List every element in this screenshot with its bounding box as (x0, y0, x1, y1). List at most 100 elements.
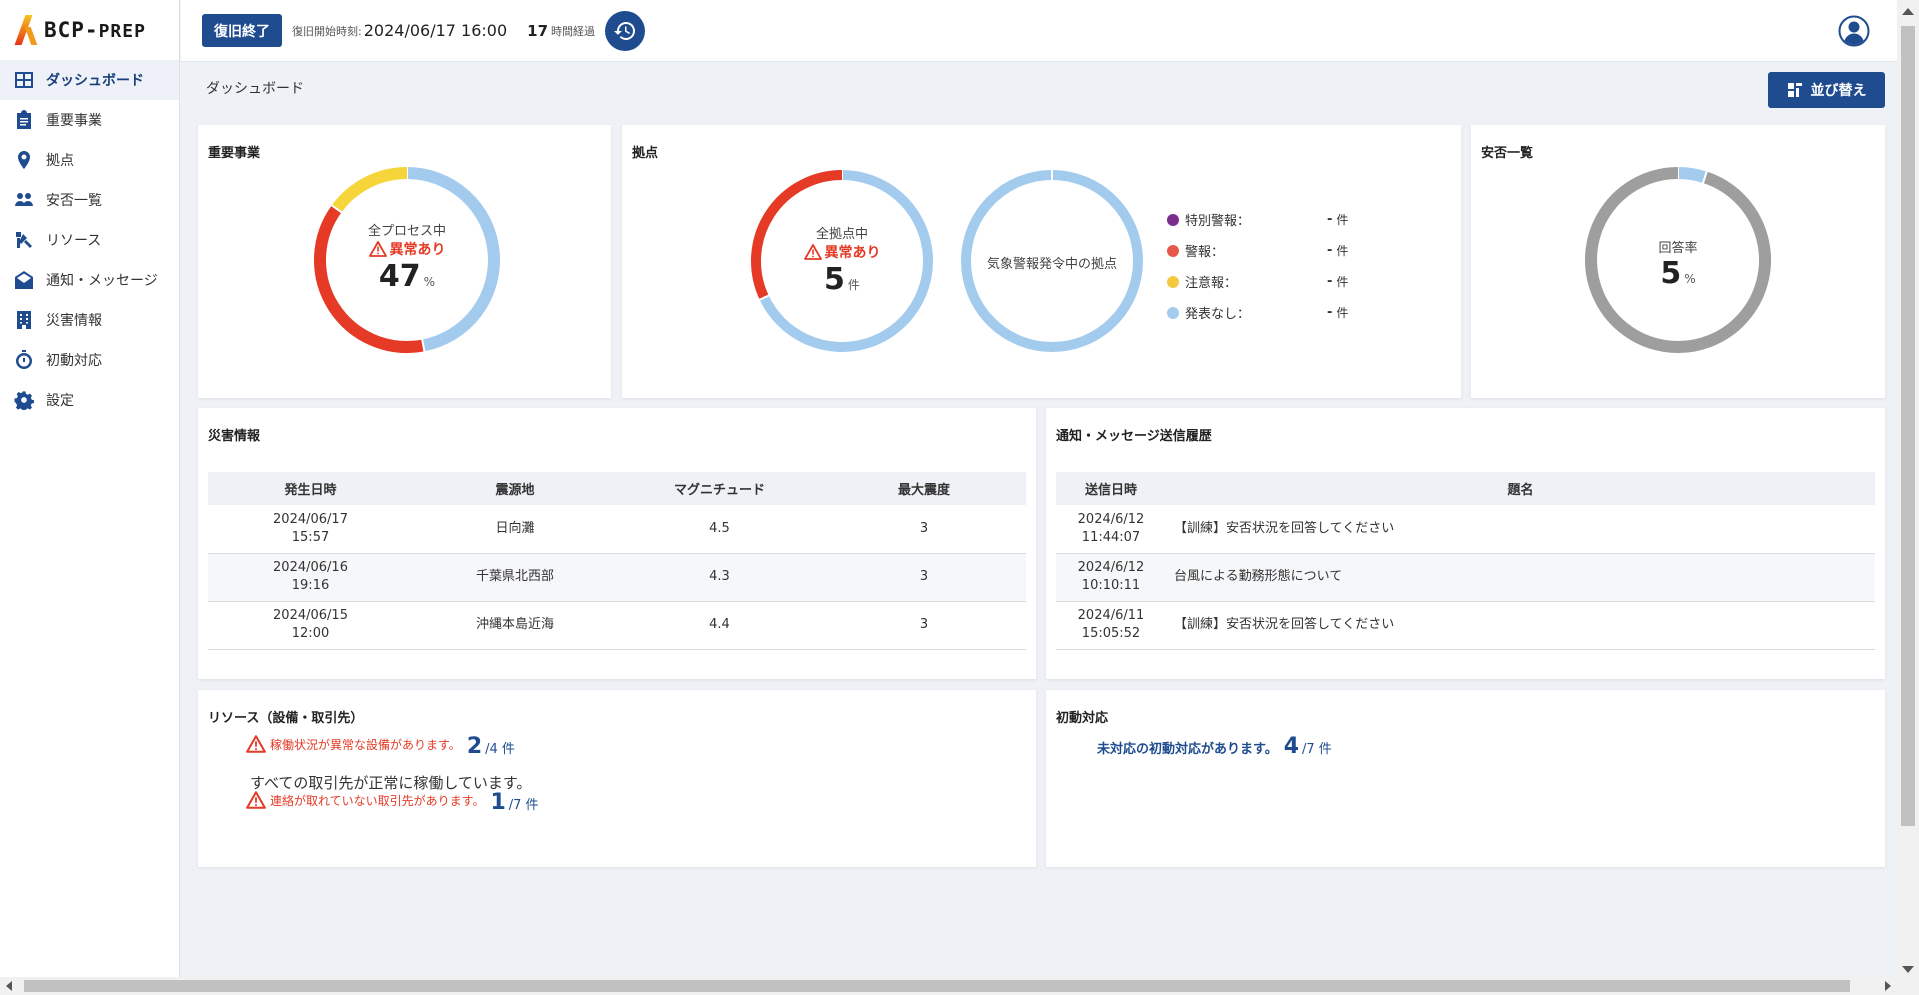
sidebar-item-label: 初動対応 (46, 353, 102, 369)
scroll-thumb[interactable] (1901, 26, 1915, 826)
partner-total: /7 件 (508, 798, 539, 813)
scroll-down-icon[interactable] (1902, 966, 1914, 973)
ring-segment-0[interactable] (1677, 167, 1707, 184)
card-title: 重要事業 (208, 146, 261, 161)
warning-icon (803, 244, 822, 260)
card-title: 災害情報 (208, 429, 261, 444)
location-pin-icon (14, 150, 34, 170)
warning-icon (246, 735, 266, 753)
weather-legend: 特別警報： - 件 警報： - 件 注意報： - 件 発表なし： - 件 (1167, 204, 1348, 328)
column-header: マグニチュード (617, 472, 822, 505)
sites-count-unit: 件 (847, 278, 860, 292)
sort-button[interactable]: 並び替え (1768, 72, 1885, 108)
sidebar-item-label: リソース (46, 233, 102, 249)
sidebar-item-notifications[interactable]: 通知・メッセージ (0, 260, 179, 300)
logo-mark-icon (18, 15, 36, 45)
clipboard-icon (14, 110, 34, 130)
safety-percent: 5 (1660, 256, 1682, 291)
scroll-left-icon[interactable] (6, 981, 12, 991)
sidebar-item-dashboard[interactable]: ダッシュボード (0, 60, 179, 100)
sidebar-item-safety[interactable]: 安否一覧 (0, 180, 179, 220)
messages-card: 通知・メッセージ送信履歴 送信日時 題名 2024/6/12 11:44:07 【… (1046, 408, 1885, 679)
horizontal-scrollbar[interactable] (0, 977, 1897, 995)
sidebar: BCP-PREP ダッシュボード 重要事業 拠点 安否一覧 リソース 通知・メッ… (0, 0, 180, 995)
table-row[interactable]: 2024/06/17 15:57 日向灘 4.5 3 (208, 505, 1026, 554)
sidebar-item-initial-response[interactable]: 初動対応 (0, 340, 179, 380)
sidebar-item-label: 設定 (46, 393, 74, 409)
sidebar-item-label: 通知・メッセージ (46, 273, 158, 289)
table-row[interactable]: 2024/6/12 11:44:07 【訓練】安否状況を回答してください (1056, 505, 1875, 554)
sort-icon (1787, 83, 1802, 97)
card-title: 初動対応 (1056, 711, 1109, 726)
history-button[interactable] (605, 10, 646, 51)
sidebar-item-business[interactable]: 重要事業 (0, 100, 179, 140)
page-title: ダッシュボード (206, 81, 304, 97)
card-title: 安否一覧 (1481, 146, 1534, 161)
mail-icon (14, 270, 34, 290)
people-icon (14, 190, 34, 210)
column-header: 題名 (1166, 472, 1875, 505)
business-percent: 47 (378, 259, 421, 294)
vertical-scrollbar[interactable] (1897, 0, 1919, 995)
warning-icon (368, 241, 387, 257)
tools-icon (14, 230, 34, 250)
safety-card: 安否一覧 回答率 5% (1471, 125, 1885, 398)
sites-center-label: 全拠点中 (815, 227, 868, 242)
elapsed-hours: 17 (527, 21, 549, 40)
stopwatch-icon (14, 350, 34, 370)
equipment-count: 2 (466, 734, 483, 759)
table-row[interactable]: 2024/6/12 10:10:11 台風による勤務形態について (1056, 553, 1875, 602)
sidebar-item-settings[interactable]: 設定 (0, 380, 179, 420)
business-alert-text: 異常あり (389, 242, 446, 258)
resources-card: リソース（設備・取引先） 稼働状況が異常な設備があります。 2 /4 件 すべて… (198, 690, 1036, 867)
card-title: 拠点 (632, 146, 659, 161)
building-icon (14, 310, 34, 330)
user-avatar-icon[interactable] (1838, 15, 1870, 47)
business-percent-unit: % (423, 275, 436, 289)
legend-item: 特別警報： - 件 (1167, 204, 1348, 235)
top-bar: 復旧終了 復旧開始時刻: 2024/06/17 16:00 17 時間経過 (181, 0, 1897, 62)
legend-dot (1167, 306, 1179, 319)
table-row[interactable]: 2024/6/11 15:05:52 【訓練】安否状況を回答してください (1056, 601, 1875, 650)
dashboard-icon (14, 70, 34, 90)
disaster-card: 災害情報 発生日時 震源地 マグニチュード 最大震度 2024/06/17 15:… (198, 408, 1036, 679)
recovery-start-label: 復旧開始時刻: (292, 24, 362, 38)
app-logo[interactable]: BCP-PREP (0, 0, 179, 60)
table-row[interactable]: 2024/06/15 12:00 沖縄本島近海 4.4 3 (208, 601, 1026, 650)
sidebar-item-label: ダッシュボード (46, 73, 144, 89)
initial-response-status[interactable]: 未対応の初動対応があります。 4 /7 件 (1097, 734, 1332, 759)
sidebar-item-label: 災害情報 (46, 313, 102, 329)
scroll-up-icon[interactable] (1902, 8, 1914, 15)
ring-segment-2[interactable] (331, 167, 408, 213)
initial-response-count: 4 (1283, 734, 1300, 759)
disaster-table: 発生日時 震源地 マグニチュード 最大震度 2024/06/17 15:57 日向… (208, 472, 1026, 650)
table-row[interactable]: 2024/06/16 19:16 千葉県北西部 4.3 3 (208, 553, 1026, 602)
scroll-right-icon[interactable] (1885, 981, 1891, 991)
scroll-thumb[interactable] (24, 980, 1850, 992)
card-title: リソース（設備・取引先） (208, 711, 364, 726)
safety-percent-unit: % (1684, 272, 1696, 286)
sidebar-item-label: 拠点 (46, 153, 74, 169)
business-card: 重要事業 全プロセス中 異常あり 47% (198, 125, 611, 398)
equipment-status[interactable]: 稼働状況が異常な設備があります。 2 /4 件 (246, 734, 515, 759)
sidebar-item-resources[interactable]: リソース (0, 220, 179, 260)
legend-dot (1167, 244, 1179, 257)
sidebar-item-sites[interactable]: 拠点 (0, 140, 179, 180)
partner-count: 1 (490, 790, 506, 815)
legend-item: 警報： - 件 (1167, 235, 1348, 266)
equipment-alert-text: 稼働状況が異常な設備があります。 (270, 737, 461, 752)
recovery-start-value: 2024/06/17 16:00 (363, 21, 508, 40)
card-title: 通知・メッセージ送信履歴 (1056, 429, 1212, 444)
column-header: 送信日時 (1056, 472, 1166, 505)
sidebar-item-label: 重要事業 (46, 113, 102, 129)
legend-dot (1167, 213, 1179, 226)
sidebar-item-disaster[interactable]: 災害情報 (0, 300, 179, 340)
logo-text-main: BCP- (44, 18, 99, 42)
partner-alert-text: 連絡が取れていない取引先があります。 (270, 793, 485, 808)
recovery-end-button[interactable]: 復旧終了 (202, 14, 282, 47)
sort-button-label: 並び替え (1810, 83, 1867, 99)
weather-alert-label: 気象警報発令中の拠点 (986, 257, 1117, 272)
equipment-total: /4 件 (485, 742, 515, 757)
elapsed-hours-unit: 時間経過 (551, 24, 596, 38)
partner-status[interactable]: 連絡が取れていない取引先があります。 1 /7 件 (246, 790, 539, 815)
